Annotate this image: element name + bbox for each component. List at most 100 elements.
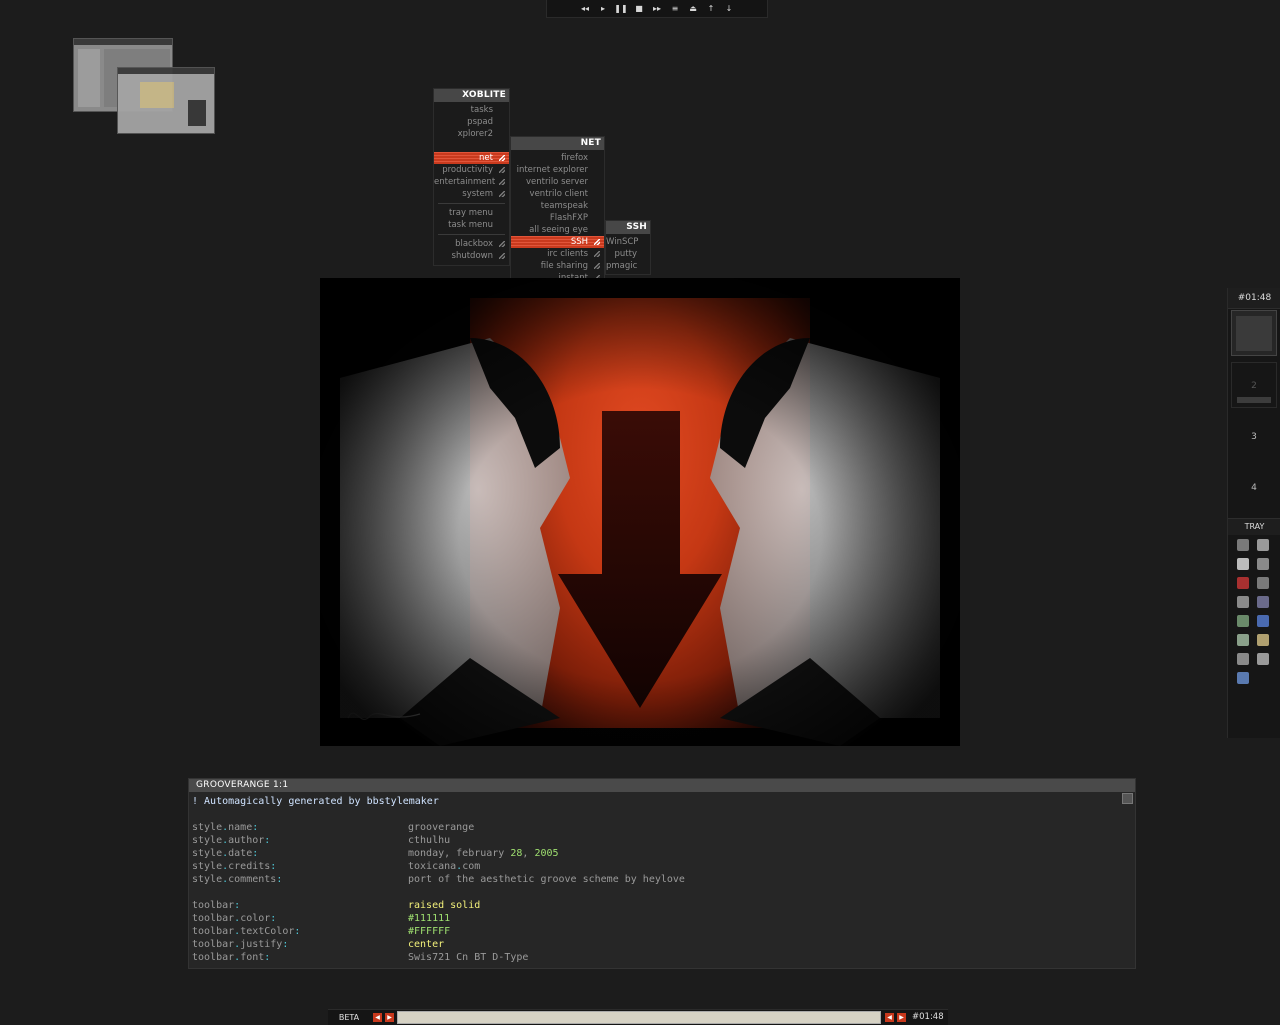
- workspace-1[interactable]: [1231, 310, 1277, 356]
- menu-item-task-menu[interactable]: task menu: [434, 219, 509, 231]
- config-line: toolbar.color: #111111: [192, 912, 450, 925]
- workspace-3-label: 3: [1251, 432, 1257, 442]
- menu-item-ventrilo-client[interactable]: ventrilo client: [511, 188, 604, 200]
- workspace-2[interactable]: 2: [1231, 362, 1277, 408]
- tray-app-icon[interactable]: [1237, 653, 1249, 665]
- tray-app-icon[interactable]: [1237, 558, 1249, 570]
- menu-item-flashfxp[interactable]: FlashFXP: [511, 212, 604, 224]
- menu-item-xplorer2[interactable]: xplorer2: [434, 128, 509, 140]
- menu-item-shutdown[interactable]: shutdown: [434, 250, 509, 262]
- next-window-arrow-icon[interactable]: ▶: [897, 1013, 906, 1022]
- editor-text-area[interactable]: ! Automagically generated by bbstylemake…: [192, 795, 685, 964]
- tray-app-icon[interactable]: [1237, 615, 1249, 627]
- menu-item-pspad[interactable]: pspad: [434, 116, 509, 128]
- folder-icon: [140, 82, 174, 108]
- stop-icon[interactable]: ■: [634, 3, 645, 14]
- net-submenu: NET firefox internet explorer ventrilo s…: [510, 136, 605, 295]
- toolbar-lines: toolbar: raised solid toolbar.color: #11111…: [192, 899, 528, 964]
- prev-window-arrow-icon[interactable]: ◀: [885, 1013, 894, 1022]
- prev-workspace-arrow-icon[interactable]: ◀: [373, 1013, 382, 1022]
- menu-item-ssh[interactable]: SSH: [511, 236, 604, 248]
- tray-app-icon[interactable]: [1257, 596, 1269, 608]
- net-submenu-title: NET: [511, 137, 604, 150]
- next-workspace-arrow-icon[interactable]: ▶: [385, 1013, 394, 1022]
- menu-item-productivity[interactable]: productivity: [434, 164, 509, 176]
- menu-item-net[interactable]: net: [434, 152, 509, 164]
- ssh-submenu-title: SSH: [606, 221, 650, 234]
- config-key: toolbar.justify:: [192, 939, 289, 950]
- tray-app-icon[interactable]: [1257, 634, 1269, 646]
- menu-item-teamspeak[interactable]: teamspeak: [511, 200, 604, 212]
- config-key: toolbar:: [192, 900, 241, 911]
- menu-item-entertainment[interactable]: entertainment: [434, 176, 509, 188]
- playlist-icon[interactable]: ≡: [670, 3, 681, 14]
- config-value: Swis721 Cn BT D-Type: [408, 952, 529, 963]
- workspace-2-label: 2: [1251, 381, 1257, 391]
- menu-separator: [438, 234, 505, 235]
- volume-up-icon[interactable]: ↑: [706, 3, 717, 14]
- desktop-wallpaper: [320, 278, 960, 746]
- play-icon[interactable]: ▸: [598, 3, 609, 14]
- tray-app-icon[interactable]: [1237, 539, 1249, 551]
- config-key: toolbar.textColor:: [192, 926, 301, 937]
- menu-item-firefox[interactable]: firefox: [511, 152, 604, 164]
- menu-item-blackbox[interactable]: blackbox: [434, 238, 509, 250]
- config-line: style.author: cthulhu: [192, 834, 450, 847]
- thumbnail-pane: [78, 49, 100, 107]
- workspace-preview: [1237, 397, 1271, 403]
- next-icon[interactable]: ▸▸: [652, 3, 663, 14]
- menu-item-system[interactable]: system: [434, 188, 509, 200]
- menu-item-tray-menu[interactable]: tray menu: [434, 207, 509, 219]
- pause-icon[interactable]: ❚❚: [614, 3, 627, 14]
- volume-down-icon[interactable]: ↓: [724, 3, 735, 14]
- menu-separator: [438, 203, 505, 204]
- eject-icon[interactable]: ⏏: [688, 3, 699, 14]
- config-value: cthulhu: [408, 835, 451, 846]
- menu-item-irc-clients[interactable]: irc clients: [511, 248, 604, 260]
- tray-app-icon[interactable]: [1257, 577, 1269, 589]
- menu-item-file-sharing[interactable]: file sharing: [511, 260, 604, 272]
- config-line: toolbar: raised solid: [192, 899, 480, 912]
- config-line: style.comments: port of the aesthetic gro…: [192, 873, 685, 886]
- menu-item-internet-explorer[interactable]: internet explorer: [511, 164, 604, 176]
- previous-icon[interactable]: ◂◂: [580, 3, 591, 14]
- tray-app-icon[interactable]: [1257, 653, 1269, 665]
- menu-item-all-seeing-eye[interactable]: all seeing eye: [511, 224, 604, 236]
- toolbar-clock: #01:48: [912, 1012, 944, 1022]
- window-thumbnail-folder[interactable]: [117, 67, 215, 134]
- config-key: style.comments:: [192, 874, 283, 885]
- workspace-4[interactable]: 4: [1231, 465, 1277, 511]
- tray-app-icon[interactable]: [1257, 615, 1269, 627]
- menu-item-pmagic[interactable]: pmagic: [606, 260, 650, 272]
- tray-app-icon[interactable]: [1257, 539, 1269, 551]
- config-key: toolbar.color:: [192, 913, 277, 924]
- config-value: center: [408, 939, 445, 950]
- menu-item-tasks[interactable]: tasks: [434, 104, 509, 116]
- menu-item-ventrilo-server[interactable]: ventrilo server: [511, 176, 604, 188]
- wallpaper-vignette: [320, 278, 960, 746]
- editor-scrollbar-button[interactable]: [1122, 793, 1133, 804]
- menu-item-putty[interactable]: putty: [606, 248, 650, 260]
- workspace-3[interactable]: 3: [1231, 414, 1277, 460]
- toolbar-active-task[interactable]: [397, 1011, 881, 1024]
- config-key: style.author:: [192, 835, 271, 846]
- tray-app-icon[interactable]: [1237, 577, 1249, 589]
- editor-title: GROOVERANGE 1:1: [189, 779, 1135, 792]
- tray-app-icon[interactable]: [1237, 672, 1249, 684]
- tray-label: TRAY: [1228, 518, 1280, 535]
- config-key: style.credits:: [192, 861, 277, 872]
- tray-app-icon[interactable]: [1257, 558, 1269, 570]
- thumbnail-titlebar: [74, 39, 172, 45]
- header-comment: ! Automagically generated by bbstylemake…: [192, 796, 439, 807]
- style-lines: style.name: grooverange style.author: cthul…: [192, 821, 685, 886]
- tray-app-icon[interactable]: [1237, 634, 1249, 646]
- shield-icon: [188, 100, 206, 126]
- bottom-toolbar: BETA ◀ ▶ ◀ ▶ #01:48: [328, 1009, 948, 1025]
- config-key: style.date:: [192, 848, 259, 859]
- config-value: toxicana.com: [408, 861, 481, 872]
- tray-app-icon[interactable]: [1237, 596, 1249, 608]
- menu-item-winscp[interactable]: WinSCP: [606, 236, 650, 248]
- config-line: toolbar.justify: center: [192, 938, 444, 951]
- toolbar-workspace-name: BETA: [338, 1013, 360, 1022]
